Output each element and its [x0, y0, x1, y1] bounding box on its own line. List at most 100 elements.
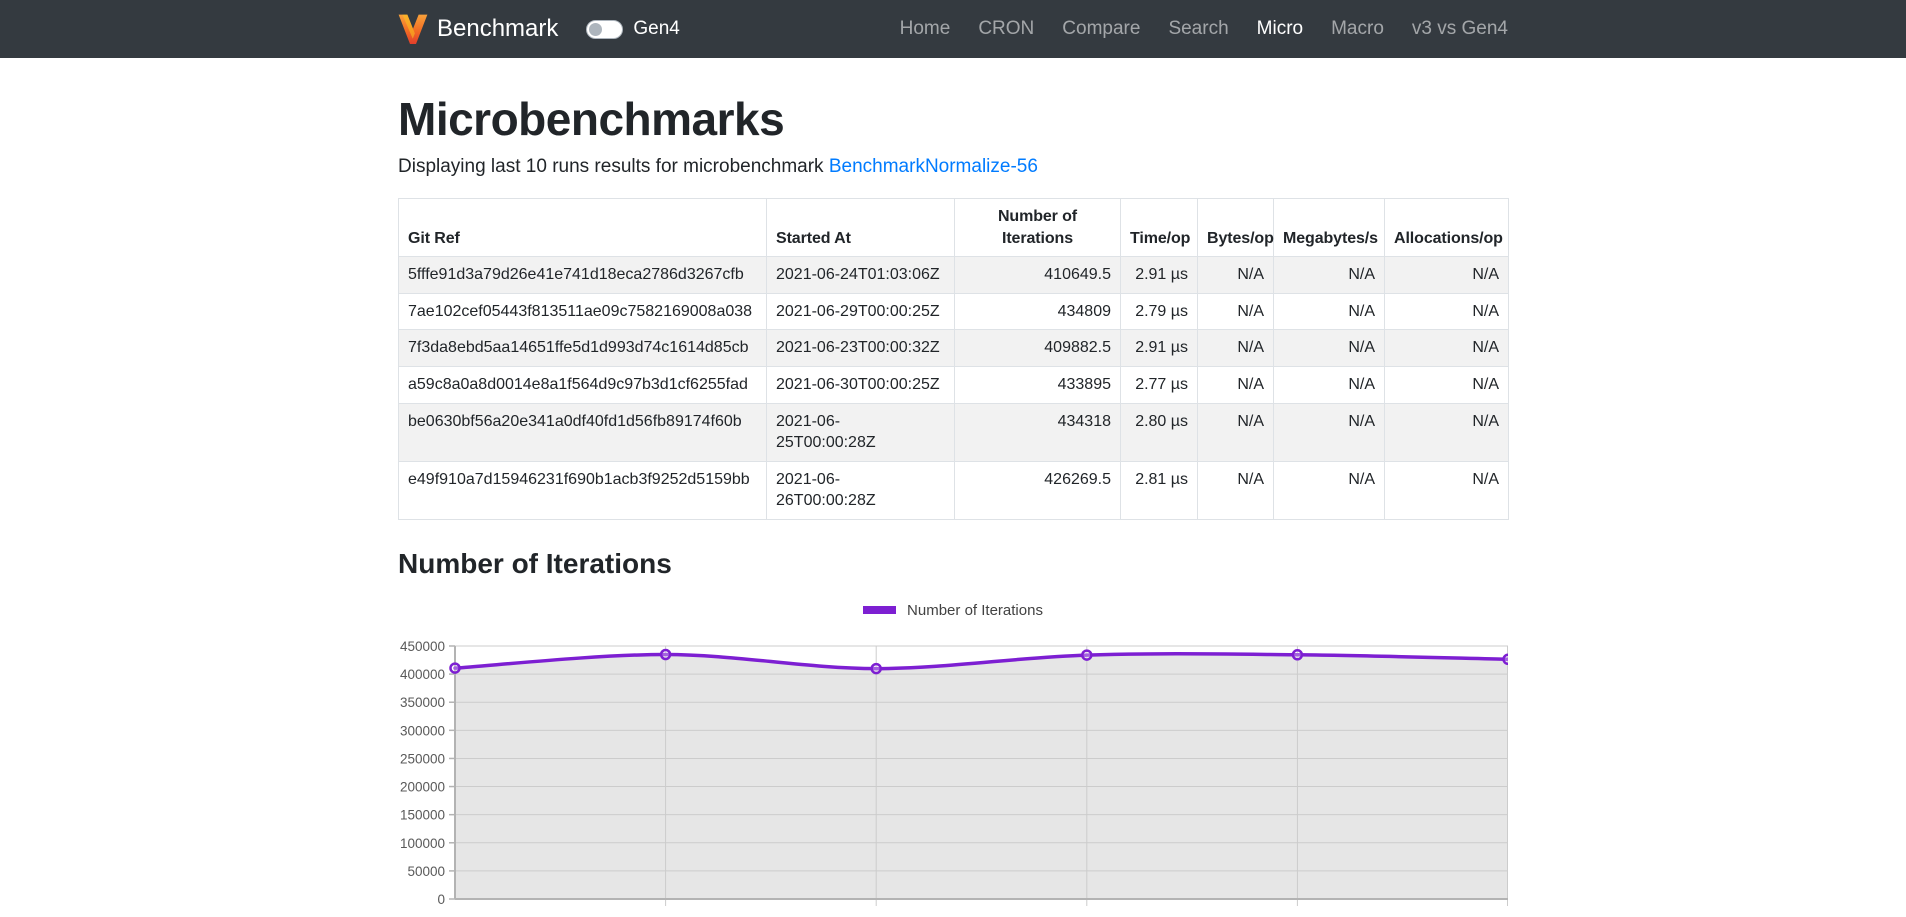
table-cell: N/A: [1385, 293, 1509, 330]
table-cell: 2.81 µs: [1121, 461, 1198, 519]
table-cell: 2.80 µs: [1121, 403, 1198, 461]
table-cell: N/A: [1274, 461, 1385, 519]
data-point-marker: [1082, 651, 1091, 660]
table-cell: N/A: [1274, 403, 1385, 461]
table-cell: N/A: [1274, 293, 1385, 330]
toggle-knob: [589, 23, 602, 36]
data-point-marker: [1293, 650, 1302, 659]
subtitle-text: Displaying last 10 runs results for micr…: [398, 156, 829, 177]
gen4-toggle[interactable]: [586, 20, 623, 39]
y-axis-label: 350000: [400, 695, 445, 710]
nav-link-micro[interactable]: Micro: [1243, 18, 1317, 40]
table-cell: 409882.5: [955, 330, 1121, 367]
y-axis-label: 50000: [407, 864, 445, 879]
table-cell: 410649.5: [955, 257, 1121, 294]
table-cell: N/A: [1274, 330, 1385, 367]
table-cell: N/A: [1198, 293, 1274, 330]
table-cell: N/A: [1385, 461, 1509, 519]
table-cell: 2021-06- 26T00:00:28Z: [767, 461, 955, 519]
nav-link-compare[interactable]: Compare: [1048, 18, 1154, 40]
y-axis-label: 0: [437, 892, 445, 907]
legend-swatch: [863, 606, 896, 614]
table-cell: N/A: [1198, 366, 1274, 403]
table-cell: a59c8a0a8d0014e8a1f564d9c97b3d1cf6255fad: [399, 366, 767, 403]
table-row: 7ae102cef05443f813511ae09c7582169008a038…: [399, 293, 1509, 330]
table-cell: be0630bf56a20e341a0df40fd1d56fb89174f60b: [399, 403, 767, 461]
iterations-chart: 0 50000 100000 150000 200000 250000 300000 3500…: [398, 624, 1508, 917]
nav-link-v3-vs-gen4[interactable]: v3 vs Gen4: [1398, 18, 1508, 40]
table-cell: 2.77 µs: [1121, 366, 1198, 403]
y-axis-label: 400000: [400, 667, 445, 682]
legend-label: Number of Iterations: [907, 602, 1043, 619]
gen4-toggle-label: Gen4: [633, 18, 679, 40]
page-title: Microbenchmarks: [398, 92, 1508, 146]
table-cell: N/A: [1274, 257, 1385, 294]
table-row: 5fffe91d3a79d26e41e741d18eca2786d3267cfb…: [399, 257, 1509, 294]
subtitle: Displaying last 10 runs results for micr…: [398, 156, 1508, 178]
table-cell: 2021-06- 25T00:00:28Z: [767, 403, 955, 461]
table-cell: N/A: [1385, 330, 1509, 367]
brand-link[interactable]: Benchmark: [398, 12, 558, 46]
table-cell: N/A: [1198, 257, 1274, 294]
column-header-bytes-op: Bytes/op: [1198, 199, 1274, 257]
table-cell: 2.91 µs: [1121, 330, 1198, 367]
table-row: 7f3da8ebd5aa14651ffe5d1d993d74c1614d85cb…: [399, 330, 1509, 367]
table-cell: N/A: [1198, 330, 1274, 367]
table-cell: 2.91 µs: [1121, 257, 1198, 294]
navbar: Benchmark Gen4 HomeCRONCompareSearchMicr…: [0, 0, 1906, 58]
column-header-started-at: Started At: [767, 199, 955, 257]
y-axis-label: 150000: [400, 808, 445, 823]
table-cell: 2021-06-30T00:00:25Z: [767, 366, 955, 403]
main-content: Microbenchmarks Displaying last 10 runs …: [398, 92, 1508, 917]
table-row: a59c8a0a8d0014e8a1f564d9c97b3d1cf6255fad…: [399, 366, 1509, 403]
table-cell: N/A: [1198, 403, 1274, 461]
table-cell: 2021-06-29T00:00:25Z: [767, 293, 955, 330]
y-axis-label: 300000: [400, 723, 445, 738]
nav-link-search[interactable]: Search: [1154, 18, 1242, 40]
column-header-megabytes-s: Megabytes/s: [1274, 199, 1385, 257]
table-row: be0630bf56a20e341a0df40fd1d56fb89174f60b…: [399, 403, 1509, 461]
table-row: e49f910a7d15946231f690b1acb3f9252d5159bb…: [399, 461, 1509, 519]
column-header-time-op: Time/op: [1121, 199, 1198, 257]
column-header-number-of-iterations: Number of Iterations: [955, 199, 1121, 257]
table-cell: 7f3da8ebd5aa14651ffe5d1d993d74c1614d85cb: [399, 330, 767, 367]
table-cell: 5fffe91d3a79d26e41e741d18eca2786d3267cfb: [399, 257, 767, 294]
table-cell: N/A: [1385, 257, 1509, 294]
table-cell: 434809: [955, 293, 1121, 330]
table-cell: N/A: [1198, 461, 1274, 519]
table-cell: e49f910a7d15946231f690b1acb3f9252d5159bb: [399, 461, 767, 519]
chart-section-title: Number of Iterations: [398, 548, 1508, 580]
column-header-git-ref: Git Ref: [399, 199, 767, 257]
runs-table-head: Git RefStarted AtNumber of IterationsTim…: [399, 199, 1509, 257]
nav-links: HomeCRONCompareSearchMicroMacrov3 vs Gen…: [886, 18, 1508, 40]
column-header-allocations-op: Allocations/op: [1385, 199, 1509, 257]
data-point-marker: [1504, 655, 1509, 664]
benchmark-link[interactable]: BenchmarkNormalize-56: [829, 156, 1038, 177]
chart-legend: Number of Iterations: [398, 602, 1508, 619]
table-cell: 433895: [955, 366, 1121, 403]
y-axis-label: 200000: [400, 779, 445, 794]
runs-table: Git RefStarted AtNumber of IterationsTim…: [398, 198, 1509, 520]
data-point-marker: [451, 664, 460, 673]
table-cell: N/A: [1385, 366, 1509, 403]
runs-table-body: 5fffe91d3a79d26e41e741d18eca2786d3267cfb…: [399, 257, 1509, 520]
y-axis-label: 250000: [400, 751, 445, 766]
nav-link-macro[interactable]: Macro: [1317, 18, 1398, 40]
nav-link-cron[interactable]: CRON: [964, 18, 1048, 40]
table-cell: 426269.5: [955, 461, 1121, 519]
nav-link-home[interactable]: Home: [886, 18, 965, 40]
data-point-marker: [661, 650, 670, 659]
y-axis-label: 100000: [400, 836, 445, 851]
data-point-marker: [872, 664, 881, 673]
gen4-toggle-wrap: Gen4: [586, 18, 679, 40]
y-axis-label: 450000: [400, 639, 445, 654]
vitess-logo-icon: [398, 12, 428, 46]
chart-area-fill: [455, 654, 1508, 899]
table-cell: 434318: [955, 403, 1121, 461]
table-cell: 7ae102cef05443f813511ae09c7582169008a038: [399, 293, 767, 330]
table-cell: 2021-06-23T00:00:32Z: [767, 330, 955, 367]
table-cell: 2021-06-24T01:03:06Z: [767, 257, 955, 294]
brand-label: Benchmark: [437, 15, 558, 43]
table-cell: 2.79 µs: [1121, 293, 1198, 330]
table-cell: N/A: [1274, 366, 1385, 403]
